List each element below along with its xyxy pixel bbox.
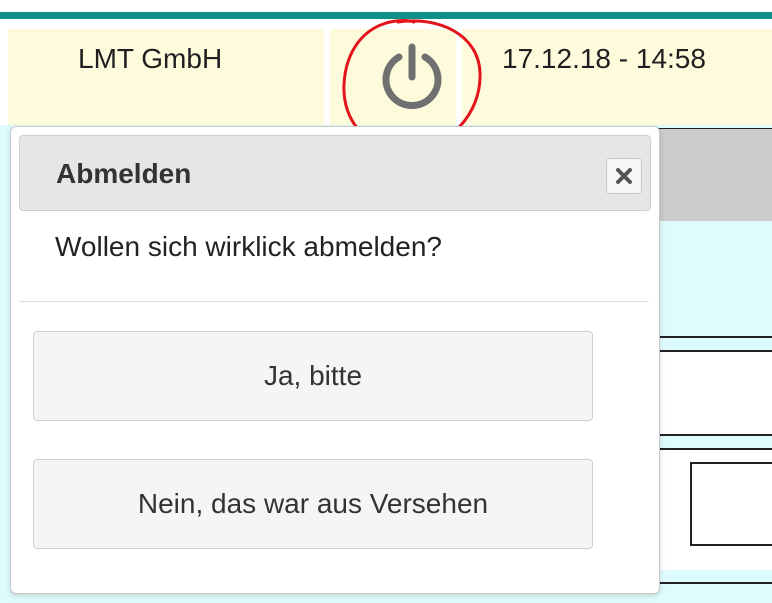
company-cell: LMT GmbH bbox=[8, 29, 324, 125]
close-icon bbox=[616, 168, 632, 184]
background-input-box bbox=[690, 462, 772, 546]
background-divider bbox=[650, 448, 772, 450]
dialog-header: Abmelden bbox=[19, 135, 651, 211]
dialog-message: Wollen sich wirklick abmelden? bbox=[55, 231, 442, 262]
confirm-logout-button[interactable]: Ja, bitte bbox=[33, 331, 593, 421]
top-strip bbox=[0, 0, 772, 12]
close-button[interactable] bbox=[606, 158, 642, 194]
datetime-cell: 17.12.18 - 14:58 bbox=[462, 29, 772, 125]
company-name: LMT GmbH bbox=[78, 43, 223, 74]
background-divider bbox=[650, 350, 772, 352]
background-divider bbox=[650, 336, 772, 338]
cancel-logout-button[interactable]: Nein, das war aus Versehen bbox=[33, 459, 593, 549]
logout-dialog: Abmelden Wollen sich wirklick abmelden? … bbox=[10, 126, 660, 594]
dialog-title: Abmelden bbox=[56, 158, 192, 189]
background-panel bbox=[650, 352, 772, 434]
background-divider bbox=[650, 434, 772, 436]
dialog-divider bbox=[19, 301, 649, 302]
background-divider bbox=[650, 582, 772, 584]
datetime-label: 17.12.18 - 14:58 bbox=[502, 43, 706, 74]
background-panel bbox=[650, 128, 772, 221]
